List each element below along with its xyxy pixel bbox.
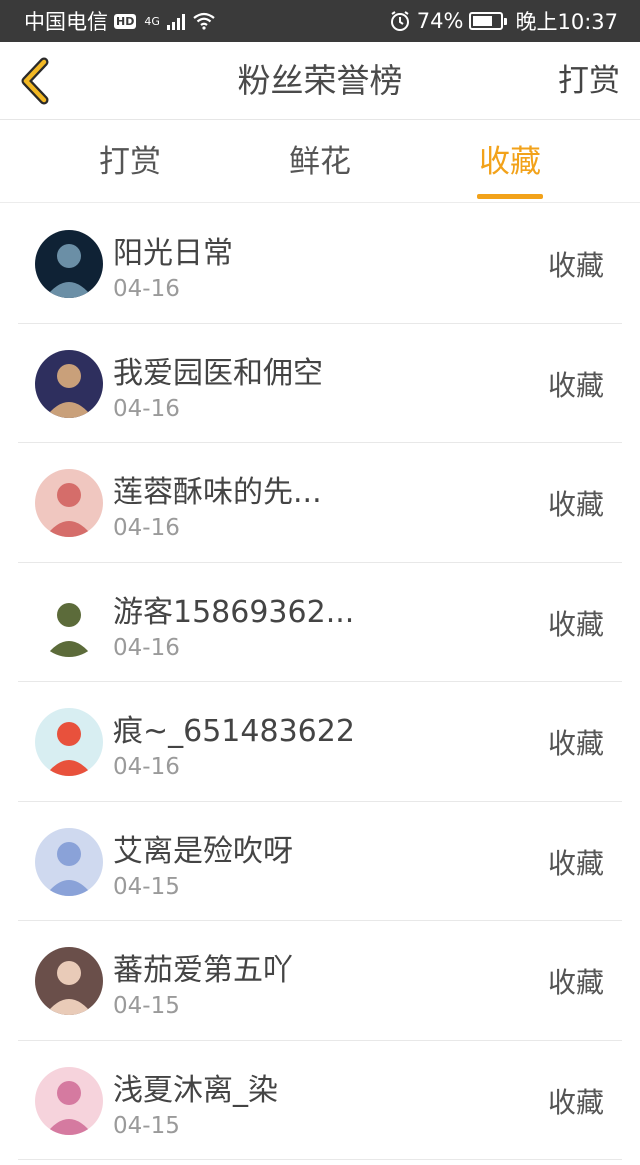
battery-percent: 74% <box>416 9 464 33</box>
action-label: 收藏 <box>547 1085 604 1119</box>
item-date: 04-15 <box>113 1112 180 1139</box>
item-date: 04-16 <box>113 634 180 661</box>
action-label: 收藏 <box>547 846 604 880</box>
avatar <box>35 230 103 298</box>
signal-icon <box>166 14 185 30</box>
status-right: 74% 晚上10:37 <box>389 6 618 36</box>
list-item[interactable]: 痕~_651483622 04-16 收藏 <box>18 682 622 802</box>
user-name: 艾离是殓吹呀 <box>113 833 293 869</box>
item-date: 04-16 <box>113 276 180 302</box>
user-name: 游客15869362... <box>113 594 355 630</box>
list-item[interactable]: 浅夏沐离_染 04-15 收藏 <box>18 1041 622 1160</box>
avatar <box>35 588 103 657</box>
user-name: 痕~_651483622 <box>113 714 355 749</box>
fan-list: 阳光日常 04-16 收藏 我爱园医和佣空 04-16 收藏 莲蓉酥味的先...… <box>0 204 640 1160</box>
action-label: 收藏 <box>547 368 604 402</box>
user-name: 浅夏沐离_染 <box>113 1072 278 1108</box>
avatar <box>35 1066 103 1135</box>
action-label: 收藏 <box>547 249 604 282</box>
action-label: 收藏 <box>547 488 604 521</box>
user-name: 我爱园医和佣空 <box>113 355 323 391</box>
avatar <box>35 349 103 418</box>
tab-reward[interactable]: 打赏 <box>70 121 190 203</box>
list-item[interactable]: 阳光日常 04-16 收藏 <box>18 204 622 324</box>
action-label: 收藏 <box>547 727 604 760</box>
list-item[interactable]: 游客15869362... 04-16 收藏 <box>18 563 622 682</box>
avatar <box>35 947 103 1015</box>
item-date: 04-15 <box>113 873 180 900</box>
item-date: 04-15 <box>113 993 180 1019</box>
tab-bar: 打赏 鲜花 收藏 <box>0 121 640 203</box>
chevron-left-icon <box>21 57 49 105</box>
tab-label: 鲜花 <box>289 144 351 180</box>
back-button[interactable] <box>14 56 60 106</box>
battery-icon <box>469 12 508 30</box>
user-name: 阳光日常 <box>113 236 233 271</box>
action-label: 收藏 <box>547 966 604 999</box>
tab-label: 打赏 <box>99 144 161 180</box>
nav-bar: 粉丝荣誉榜 打赏 <box>0 42 640 120</box>
avatar <box>35 827 103 896</box>
item-date: 04-16 <box>113 395 180 422</box>
page-title: 粉丝荣誉榜 <box>237 61 403 100</box>
carrier-label: 中国电信 <box>24 10 108 34</box>
reward-button[interactable]: 打赏 <box>558 42 620 120</box>
user-name: 蕃茄爱第五吖 <box>113 953 293 988</box>
avatar <box>35 708 103 776</box>
status-left: 中国电信 HD 4G <box>24 6 216 36</box>
avatar <box>35 469 103 537</box>
item-date: 04-16 <box>113 754 180 780</box>
hd-badge: HD <box>114 13 137 29</box>
status-bar: 中国电信 HD 4G 74% 晚上10:37 <box>0 0 640 42</box>
list-item[interactable]: 莲蓉酥味的先... 04-16 收藏 <box>18 443 622 563</box>
battery-level-fill <box>473 16 493 26</box>
tab-flowers[interactable]: 鲜花 <box>260 121 380 203</box>
alarm-icon <box>390 11 409 31</box>
list-item[interactable]: 艾离是殓吹呀 04-15 收藏 <box>18 802 622 921</box>
active-tab-indicator <box>477 194 543 199</box>
clock: 晚上10:37 <box>515 10 618 34</box>
network-label: 4G <box>144 14 160 28</box>
user-name: 莲蓉酥味的先... <box>113 475 322 510</box>
action-label: 收藏 <box>547 607 604 641</box>
tab-favorites[interactable]: 收藏 <box>450 121 570 203</box>
list-item[interactable]: 蕃茄爱第五吖 04-15 收藏 <box>18 921 622 1041</box>
tab-label: 收藏 <box>479 144 541 180</box>
wifi-icon <box>193 12 215 30</box>
item-date: 04-16 <box>113 515 180 541</box>
list-item[interactable]: 我爱园医和佣空 04-16 收藏 <box>18 324 622 443</box>
